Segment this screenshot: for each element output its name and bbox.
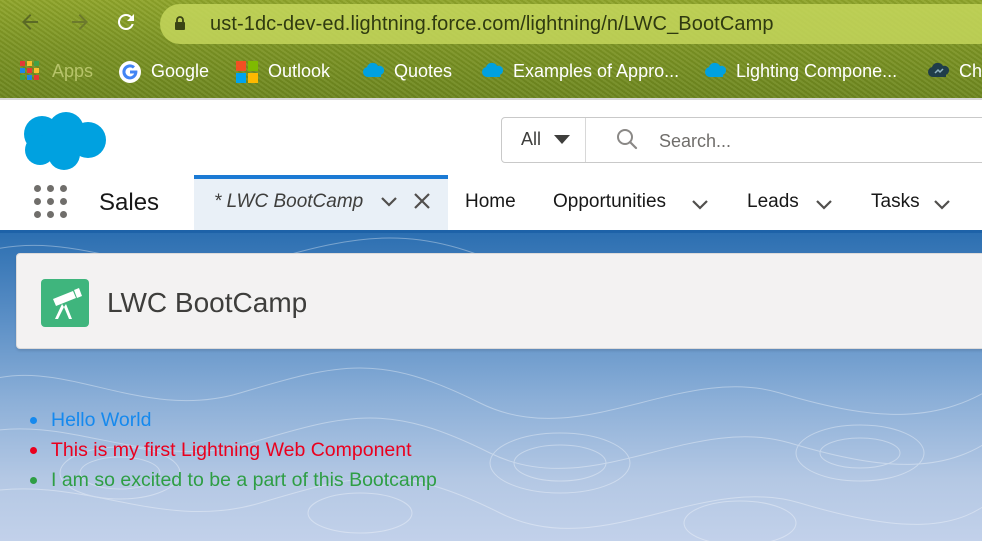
app-name: Sales bbox=[99, 189, 160, 216]
list-item: Hello World bbox=[0, 405, 437, 435]
browser-chrome: ust-1dc-dev-ed.lightning.force.com/light… bbox=[0, 0, 982, 98]
list-item-text: I am so excited to be a part of this Boo… bbox=[51, 469, 437, 491]
google-icon bbox=[119, 61, 141, 83]
back-arrow-icon bbox=[22, 14, 38, 30]
close-icon[interactable] bbox=[412, 191, 432, 211]
bullet-icon bbox=[30, 447, 37, 454]
search-input[interactable] bbox=[657, 126, 981, 156]
bookmark-ch[interactable]: Ch bbox=[927, 58, 982, 84]
cloud-icon bbox=[927, 61, 950, 81]
global-header: All bbox=[0, 98, 982, 180]
bookmark-label: Examples of Appro... bbox=[513, 60, 680, 81]
nav-item-leads[interactable]: Leads bbox=[747, 191, 799, 213]
list-item: I am so excited to be a part of this Boo… bbox=[0, 465, 437, 495]
bookmark-apps[interactable]: Apps bbox=[20, 58, 93, 84]
apps-grid-icon bbox=[20, 61, 40, 81]
bookmark-outlook[interactable]: Outlook bbox=[236, 58, 330, 84]
bookmark-label: Google bbox=[151, 60, 210, 81]
list-item-text: This is my first Lightning Web Component bbox=[51, 439, 412, 461]
bookmark-label: Outlook bbox=[268, 60, 331, 81]
reload-button[interactable] bbox=[114, 10, 138, 34]
page-title: LWC BootCamp bbox=[107, 287, 308, 318]
outlook-icon bbox=[236, 61, 258, 83]
bookmark-examples[interactable]: Examples of Appro... bbox=[481, 58, 679, 84]
search-scope-dropdown[interactable]: All bbox=[502, 118, 586, 162]
bullet-icon bbox=[30, 477, 37, 484]
url-text: ust-1dc-dev-ed.lightning.force.com/light… bbox=[210, 13, 774, 35]
global-search: All bbox=[501, 117, 982, 163]
page-content: LWC BootCamp Hello World This is my firs… bbox=[0, 233, 982, 541]
lock-icon bbox=[175, 16, 185, 30]
forward-arrow-icon bbox=[72, 14, 88, 30]
chevron-down-icon[interactable] bbox=[932, 195, 952, 215]
message-list: Hello World This is my first Lightning W… bbox=[0, 405, 437, 495]
caret-down-icon bbox=[554, 135, 570, 144]
forward-button[interactable] bbox=[68, 10, 92, 34]
salesforce-cloud-icon bbox=[362, 61, 385, 81]
search-icon bbox=[617, 129, 638, 150]
bookmark-google[interactable]: Google bbox=[119, 58, 209, 84]
salesforce-logo-icon[interactable] bbox=[18, 110, 110, 172]
address-bar[interactable]: ust-1dc-dev-ed.lightning.force.com/light… bbox=[160, 4, 982, 44]
nav-item-opportunities[interactable]: Opportunities bbox=[553, 191, 666, 213]
search-scope-label: All bbox=[521, 129, 542, 149]
bookmark-label: Ch bbox=[959, 60, 982, 81]
nav-item-home[interactable]: Home bbox=[465, 191, 516, 213]
reload-icon bbox=[117, 13, 134, 30]
bullet-icon bbox=[30, 417, 37, 424]
tab-lwc-bootcamp[interactable]: * LWC BootCamp bbox=[194, 175, 448, 230]
bookmarks-bar: Apps Google Outlook Quotes Examples of A… bbox=[0, 54, 982, 88]
salesforce-cloud-icon bbox=[481, 61, 504, 81]
app-nav-bar: Sales * LWC BootCamp Home Opportunities … bbox=[0, 175, 982, 233]
chevron-down-icon[interactable] bbox=[690, 195, 710, 215]
bookmark-label: Quotes bbox=[394, 60, 453, 81]
page-header: LWC BootCamp bbox=[16, 253, 982, 349]
bookmark-quotes[interactable]: Quotes bbox=[362, 58, 452, 84]
telescope-icon bbox=[41, 279, 89, 327]
bookmark-label: Apps bbox=[52, 60, 94, 81]
nav-item-tasks[interactable]: Tasks bbox=[871, 191, 920, 213]
tab-label: * LWC BootCamp bbox=[214, 191, 364, 212]
salesforce-cloud-icon bbox=[704, 61, 727, 81]
bookmark-lightning-components[interactable]: Lighting Compone... bbox=[704, 58, 897, 84]
list-item-text: Hello World bbox=[51, 409, 152, 431]
bookmark-label: Lighting Compone... bbox=[736, 60, 898, 81]
app-launcher-icon[interactable] bbox=[34, 185, 68, 219]
back-button[interactable] bbox=[18, 10, 42, 34]
chevron-down-icon[interactable] bbox=[814, 195, 834, 215]
chevron-down-icon[interactable] bbox=[379, 192, 399, 212]
list-item: This is my first Lightning Web Component bbox=[0, 435, 437, 465]
